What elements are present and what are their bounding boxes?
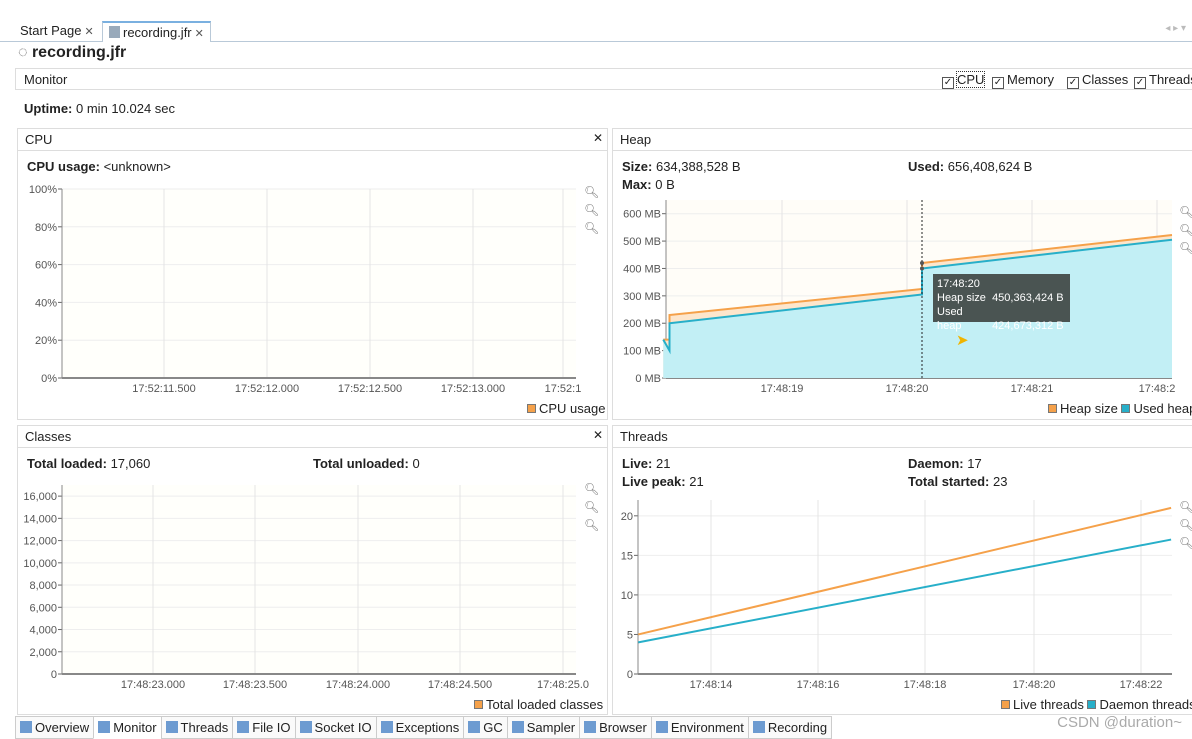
classes-loaded: Total loaded: 17,060 bbox=[27, 456, 151, 471]
view-tab-socket-io[interactable]: Socket IO bbox=[294, 716, 377, 739]
socket-io-icon bbox=[299, 721, 312, 733]
zoom-icons[interactable]: 🔍︎ 🔍︎ 🔍︎ bbox=[584, 480, 599, 534]
heap-tooltip: 17:48:20 Heap size 450,363,424 B Used he… bbox=[933, 274, 1070, 332]
classes-unloaded: Total unloaded: 0 bbox=[313, 456, 420, 471]
watermark: CSDN @duration~ bbox=[1057, 714, 1182, 731]
sampler-icon bbox=[511, 721, 524, 733]
monitor-icon bbox=[98, 721, 111, 733]
legend-threads: Live threads Daemon threads bbox=[1001, 697, 1192, 712]
panel-title: Threads bbox=[620, 429, 668, 444]
cpu-ytick-label: 80% bbox=[35, 222, 57, 234]
heap-used: Used: 656,408,624 B bbox=[908, 159, 1033, 174]
cpu-xtick-label: 17:52:1 bbox=[545, 383, 582, 395]
heap-max: Max: 0 B bbox=[622, 177, 675, 192]
view-tab-threads[interactable]: Threads bbox=[160, 716, 234, 739]
zoom-icons[interactable]: 🔍︎ 🔍︎ 🔍︎ bbox=[1179, 498, 1192, 552]
recording-icon bbox=[752, 721, 765, 733]
view-tab-sampler[interactable]: Sampler bbox=[506, 716, 581, 739]
mouse-cursor-icon: ➤ bbox=[956, 332, 969, 349]
threads-peak: Live peak: 21 bbox=[622, 474, 704, 489]
cpu-xtick-label: 17:52:12.000 bbox=[235, 383, 299, 395]
gc-icon bbox=[468, 721, 481, 733]
legend-cpu-usage: CPU usage bbox=[527, 401, 605, 416]
zoom-icons[interactable]: 🔍︎ 🔍︎ 🔍︎ bbox=[584, 183, 599, 237]
view-tab-overview[interactable]: Overview bbox=[15, 716, 95, 739]
cpu-ytick-label: 100% bbox=[29, 184, 57, 196]
cpu-ytick-label: 60% bbox=[35, 260, 57, 272]
view-tabs: Overview Monitor Threads File IO Socket IO Ex… bbox=[15, 716, 833, 739]
view-tab-exceptions[interactable]: Exceptions bbox=[375, 716, 465, 739]
cpu-ytick-label: 20% bbox=[35, 335, 57, 347]
legend-heap: Heap size Used heap bbox=[1048, 401, 1192, 416]
exceptions-icon bbox=[380, 721, 393, 733]
environment-icon bbox=[655, 721, 668, 733]
heap-size: Size: 634,388,528 B bbox=[622, 159, 741, 174]
cpu-xtick-label: 17:52:11.500 bbox=[132, 383, 195, 395]
view-tab-file-io[interactable]: File IO bbox=[232, 716, 296, 739]
overview-icon bbox=[20, 721, 32, 733]
threads-panel: Threads bbox=[612, 425, 1192, 715]
zoom-icons[interactable]: 🔍︎ 🔍︎ 🔍︎ bbox=[1179, 203, 1192, 257]
threads-daemon: Daemon: 17 bbox=[908, 456, 982, 471]
cpu-ytick-label: 40% bbox=[35, 297, 57, 309]
legend-classes: Total loaded classes bbox=[474, 697, 603, 712]
cpu-xtick-label: 17:52:12.500 bbox=[338, 383, 402, 395]
threads-icon bbox=[165, 721, 178, 733]
panel-title: Classes bbox=[25, 429, 72, 444]
cpu-xtick-label: 17:52:13.000 bbox=[441, 383, 505, 395]
view-tab-browser[interactable]: Browser bbox=[579, 716, 652, 739]
view-tab-recording[interactable]: Recording bbox=[747, 716, 833, 739]
view-tab-environment[interactable]: Environment bbox=[650, 716, 749, 739]
file-io-icon bbox=[237, 721, 250, 733]
threads-started: Total started: 23 bbox=[908, 474, 1008, 489]
cpu-plot-area bbox=[62, 189, 576, 378]
view-tab-monitor[interactable]: Monitor bbox=[93, 716, 162, 739]
panel-title: Heap bbox=[620, 132, 652, 147]
view-tab-gc[interactable]: GC bbox=[463, 716, 508, 739]
threads-live: Live: 21 bbox=[622, 456, 671, 471]
close-icon[interactable]: ✕ bbox=[593, 428, 603, 442]
cpu-ytick-label: 0% bbox=[41, 373, 57, 385]
browser-icon bbox=[584, 721, 597, 733]
